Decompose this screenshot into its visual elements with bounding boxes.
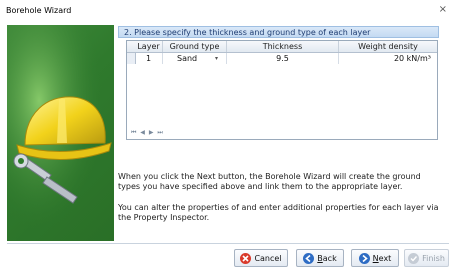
footer-divider <box>7 243 449 244</box>
cell-weight-density[interactable]: 20 kN/m³ <box>339 53 437 64</box>
step-header: 2. Please specify the thickness and grou… <box>118 26 439 38</box>
grid-header: Layer Ground type Thickness Weight densi… <box>127 41 437 53</box>
ground-type-value: Sand <box>177 54 198 63</box>
header-ground-type[interactable]: Ground type <box>163 41 227 52</box>
table-row[interactable]: 1 Sand ▾ 9.5 20 kN/m³ <box>127 53 437 64</box>
cell-layer[interactable]: 1 <box>135 53 163 64</box>
finish-button[interactable]: Finish <box>404 249 449 267</box>
finish-icon <box>408 252 420 264</box>
cancel-label: Cancel <box>254 253 282 263</box>
title-bar: Borehole Wizard × <box>0 0 449 22</box>
cancel-button[interactable]: Cancel <box>234 249 288 267</box>
header-weight-density[interactable]: Weight density <box>339 41 437 52</box>
wizard-side-panel <box>7 25 114 241</box>
back-label-rest: ack <box>322 253 337 263</box>
back-button[interactable]: Back <box>296 249 344 267</box>
dropdown-arrow-icon[interactable]: ▾ <box>215 53 218 64</box>
header-layer[interactable]: Layer <box>135 41 163 52</box>
header-thickness[interactable]: Thickness <box>227 41 339 52</box>
description-paragraph-2: You can alter the properties of and ente… <box>118 203 439 222</box>
close-icon[interactable]: × <box>439 4 447 15</box>
next-button[interactable]: Next <box>351 249 399 267</box>
next-label-rest: ext <box>378 253 392 263</box>
layers-grid[interactable]: Layer Ground type Thickness Weight densi… <box>126 40 438 140</box>
back-label: Back <box>317 254 336 263</box>
cell-thickness[interactable]: 9.5 <box>227 53 339 64</box>
cancel-icon <box>240 252 252 264</box>
description-paragraph-1: When you click the Next button, the Bore… <box>118 172 421 191</box>
window-title: Borehole Wizard <box>6 6 72 15</box>
grid-navigator[interactable]: ⏮ ◀ ▶ ⏭ <box>131 129 164 137</box>
next-label: Next <box>373 254 392 263</box>
cell-ground-type[interactable]: Sand ▾ <box>163 53 227 64</box>
helmet-wrench-illustration <box>7 25 114 241</box>
next-arrow-icon <box>358 252 370 264</box>
thickness-value: 9.5 <box>276 54 289 63</box>
finish-label: Finish <box>422 253 445 263</box>
back-arrow-icon <box>303 252 315 264</box>
